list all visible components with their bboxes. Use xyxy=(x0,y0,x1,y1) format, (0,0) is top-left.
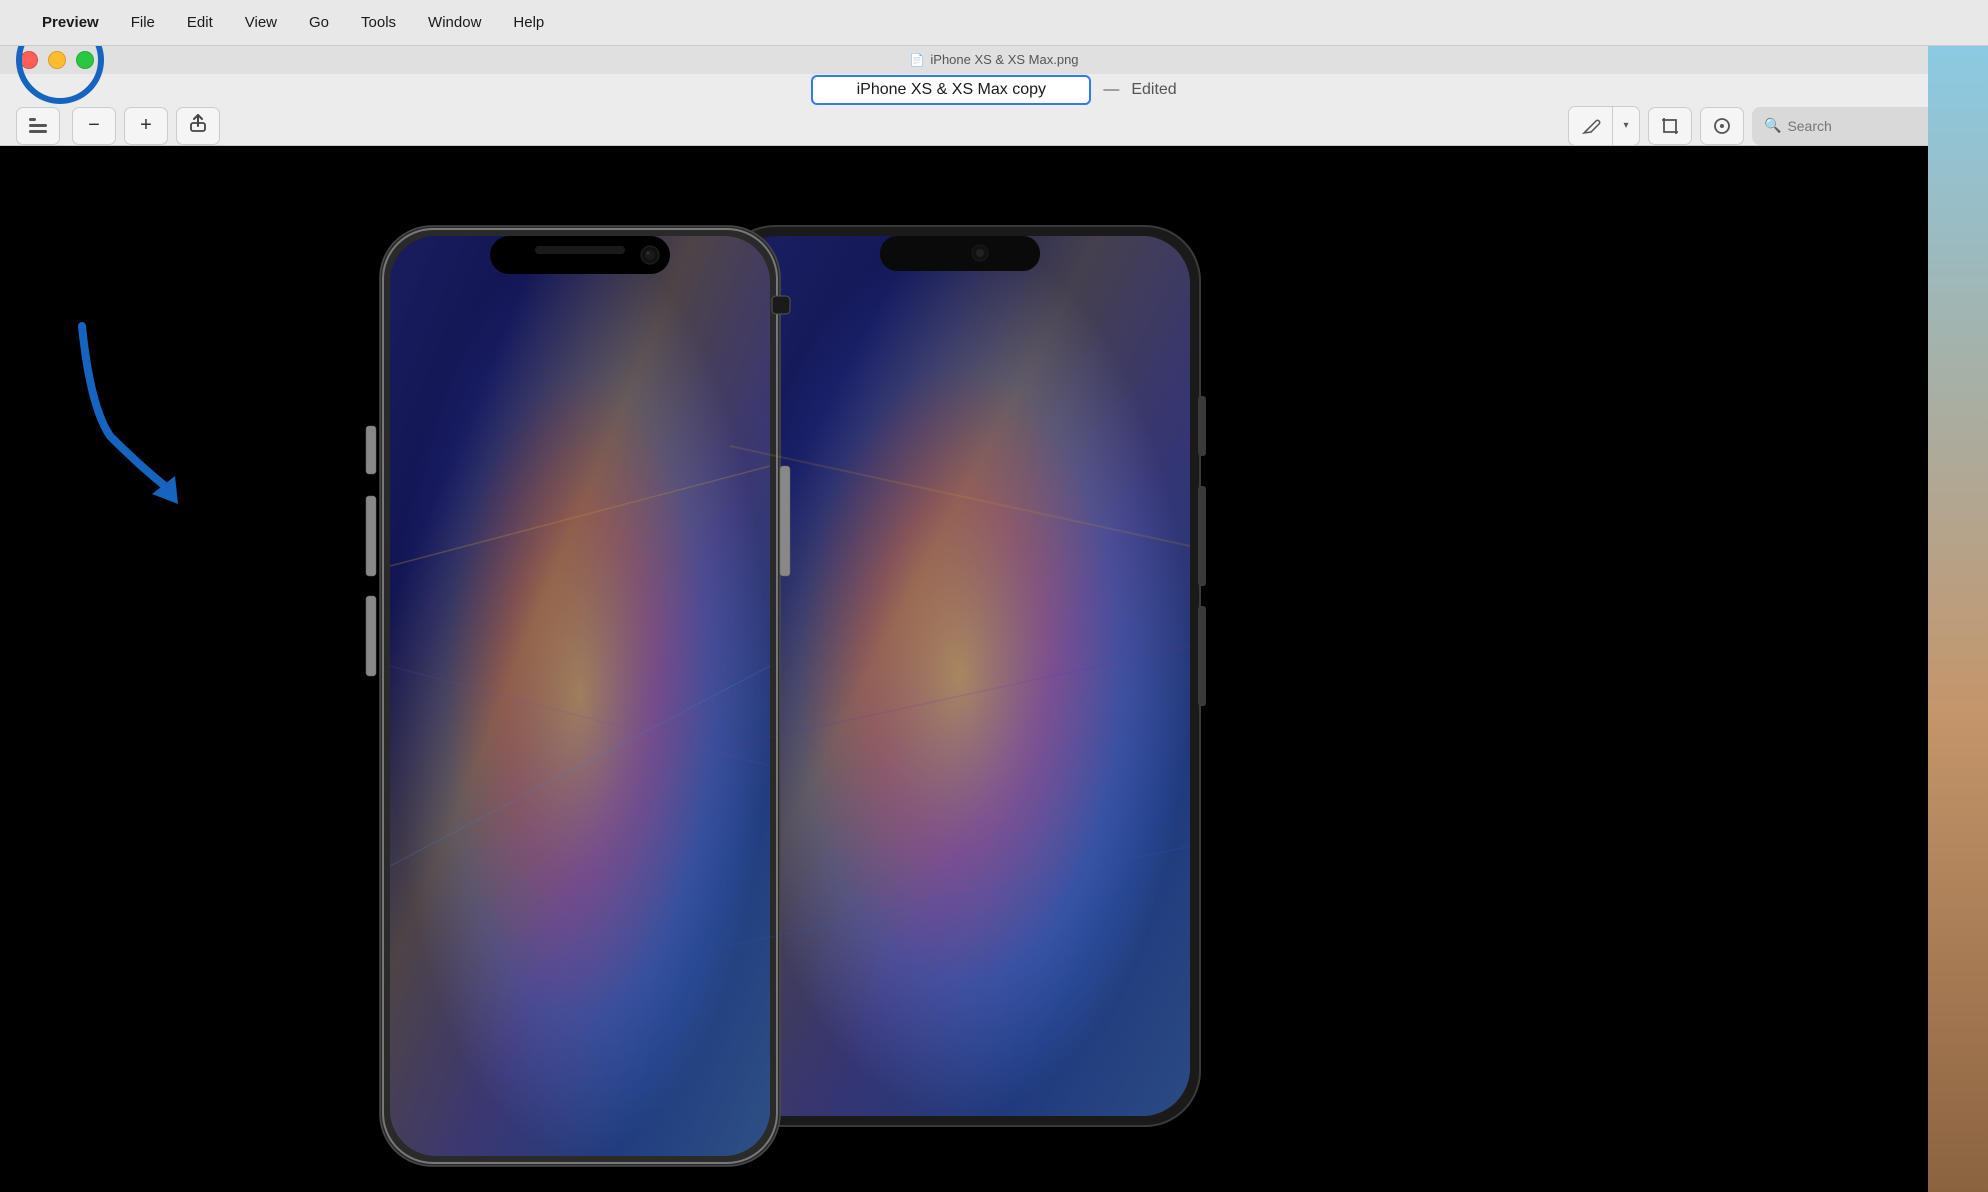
tab-title: iPhone XS & XS Max.png xyxy=(930,52,1078,67)
annotate-button[interactable] xyxy=(1700,107,1744,145)
tab-bar: 📄 iPhone XS & XS Max.png xyxy=(0,46,1988,74)
menu-file[interactable]: File xyxy=(125,12,161,33)
document-tab[interactable]: 📄 iPhone XS & XS Max.png xyxy=(897,48,1090,71)
toolbar-buttons: − + xyxy=(0,107,1988,145)
doc-title-input[interactable] xyxy=(811,75,1091,105)
crop-icon xyxy=(1660,116,1680,136)
tab-file-icon: 📄 xyxy=(909,53,924,67)
search-icon: 🔍 xyxy=(1764,117,1781,134)
maximize-button[interactable] xyxy=(76,51,94,69)
doc-title-wrapper: — Edited xyxy=(811,75,1176,105)
menu-go[interactable]: Go xyxy=(303,12,335,33)
share-button[interactable] xyxy=(176,107,220,145)
menu-window[interactable]: Window xyxy=(422,12,487,33)
window-controls xyxy=(20,46,94,74)
pen-icon xyxy=(1581,116,1601,136)
crop-button[interactable] xyxy=(1648,107,1692,145)
menu-view[interactable]: View xyxy=(239,12,283,33)
zoom-in-button[interactable]: + xyxy=(124,107,168,145)
menu-edit[interactable]: Edit xyxy=(181,12,219,33)
title-dash: — xyxy=(1103,81,1119,99)
menu-tools[interactable]: Tools xyxy=(355,12,402,33)
annotate-icon xyxy=(1712,116,1732,136)
markup-pen-button[interactable] xyxy=(1569,107,1613,145)
menubar: Preview File Edit View Go Tools Window H… xyxy=(0,0,1988,46)
menu-help[interactable]: Help xyxy=(507,12,550,33)
edited-label: Edited xyxy=(1131,81,1176,99)
desktop-edge xyxy=(1928,0,1988,1192)
chevron-down-icon: ▾ xyxy=(1623,120,1628,131)
markup-group: ▾ xyxy=(1568,106,1640,146)
toolbar-right: ▾ 🔍 xyxy=(1568,106,1972,146)
markup-dropdown-button[interactable]: ▾ xyxy=(1613,107,1639,145)
document-image xyxy=(0,146,1988,1192)
toolbar: 📄 iPhone XS & XS Max.png — Edited − + xyxy=(0,46,1988,146)
zoom-out-icon: − xyxy=(88,114,100,137)
close-button[interactable] xyxy=(20,51,38,69)
share-icon xyxy=(188,113,208,138)
minimize-button[interactable] xyxy=(48,51,66,69)
menu-preview[interactable]: Preview xyxy=(36,12,105,33)
zoom-in-icon: + xyxy=(140,114,152,137)
main-content xyxy=(0,146,1988,1192)
sidebar-toggle-button[interactable] xyxy=(16,107,60,145)
sidebar-icon xyxy=(29,118,47,133)
title-row: — Edited xyxy=(0,74,1988,107)
zoom-out-button[interactable]: − xyxy=(72,107,116,145)
